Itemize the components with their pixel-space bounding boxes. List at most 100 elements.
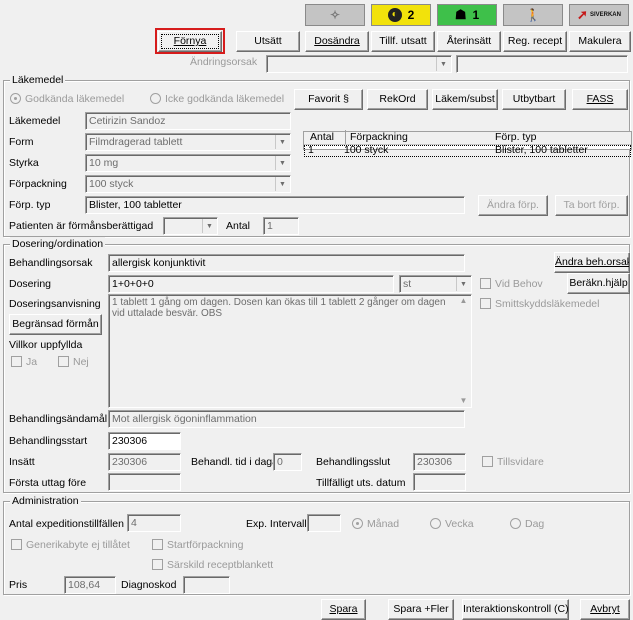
warning-count: 2 [407,8,415,22]
forsta-uttag-label: Första uttag före [9,477,87,489]
fornya-button[interactable]: Förnya [158,31,222,52]
behandlingsslut-field[interactable]: 230306 [413,453,466,471]
utbytbart-button[interactable]: Utbytbart [502,89,566,110]
cell-forpackning: 100 styck [344,144,389,156]
aterinsatt-button[interactable]: Återinsätt [437,31,501,52]
radio-vecka[interactable]: Vecka [430,517,474,531]
radio-icon [352,518,363,529]
pris-field[interactable]: 108,64 [64,576,116,594]
makulera-button[interactable]: Makulera [569,31,631,52]
dosering-unit-select[interactable]: st ▼ [399,275,472,293]
diagnoskod-field[interactable] [183,576,230,594]
checkbox-icon [11,356,22,367]
chevron-down-icon: ▼ [275,156,289,170]
lakem-subst-button[interactable]: Läkem/subst [432,89,498,110]
behandlingsstart-field[interactable]: 230306 [108,432,181,450]
lakemedel-group-title: Läkemedel [10,73,66,87]
form-select[interactable]: Filmdragerad tablett ▼ [85,133,291,151]
smittskydd-checkbox[interactable]: Smittskyddsläkemedel [480,297,599,311]
textarea-scrollbar[interactable]: ▲ ▼ [457,296,470,406]
checkbox-icon [11,539,22,550]
andringsorsak-select[interactable]: ▼ [266,55,452,73]
forsta-uttag-field[interactable] [108,473,181,491]
behandlingsstart-label: Behandlingsstart [9,435,88,447]
andringsorsak-label: Ändringsorsak [190,56,258,68]
chevron-down-icon: ▼ [436,57,450,71]
col-header-antal[interactable]: Antal [310,130,334,144]
scroll-down-icon[interactable]: ▼ [457,396,470,406]
ja-checkbox[interactable]: Ja [11,355,37,369]
utsatt-button[interactable]: Utsätt [236,31,300,52]
siverkan-logo[interactable]: ➚ SIVERKAN [569,4,629,26]
person-icon: ☗ [454,7,467,22]
toolbar-disabled-icon[interactable]: ✧ [305,4,365,26]
radio-icon [430,518,441,529]
exp-intervall-label: Exp. Intervall [246,518,307,530]
checkbox-icon [480,298,491,309]
formansberattigad-select[interactable]: ▼ [163,217,218,235]
interaktionskontroll-button[interactable]: Interaktionskontroll (C) [462,599,569,620]
vid-behov-checkbox[interactable]: Vid Behov [480,277,543,291]
col-header-forpackning[interactable]: Förpackning [345,130,408,144]
chevron-down-icon: ▼ [456,277,470,291]
fass-button[interactable]: FASS [572,89,628,110]
behandl-tid-label: Behandl. tid i dagar [191,456,282,468]
styrka-label: Styrka [9,157,39,169]
dosandra-button[interactable]: Dosändra [305,31,369,52]
spara-fler-button[interactable]: Spara +Fler [388,599,454,620]
doseringsanvisning-label: Doseringsanvisning [9,298,101,310]
col-header-forp-typ[interactable]: Förp. typ [495,130,536,144]
antal-label: Antal [226,220,250,232]
exp-intervall-field[interactable] [307,514,341,532]
logo-text: SIVERKAN [589,12,621,18]
reg-recept-button[interactable]: Reg. recept [503,31,567,52]
forp-typ-field[interactable]: Blister, 100 tabletter [85,196,465,214]
rekord-button[interactable]: RekOrd [367,89,428,110]
behandlingsorsak-field[interactable]: allergisk konjunktivit [108,254,465,272]
antal-exp-label: Antal expeditionstillfällen [9,518,124,530]
pris-label: Pris [9,579,28,591]
ta-bort-forp-button[interactable]: Ta bort förp. [555,195,628,216]
behandl-tid-field[interactable]: 0 [273,453,302,471]
antal-exp-field[interactable]: 4 [127,514,181,532]
tillf-utsatt-button[interactable]: Tillf. utsatt [371,31,435,52]
insatt-label: Insätt [9,456,35,468]
radio-manad[interactable]: Månad [352,517,399,531]
diagnoskod-label: Diagnoskod [121,579,177,591]
tillfalligt-field[interactable] [413,473,466,491]
checkbox-icon [152,559,163,570]
insatt-field[interactable]: 230306 [108,453,181,471]
lakemedel-field[interactable]: Cetirizin Sandoz [85,112,291,130]
dosering-field[interactable]: 1+0+0+0 [108,275,394,293]
behandlingsandamal-field[interactable]: Mot allergisk ögoninflammation [108,410,465,428]
radio-godkanda[interactable]: Godkända läkemedel [10,92,124,106]
berakn-hjalp-button[interactable]: Beräkn.hjälp [567,273,630,294]
spara-button[interactable]: Spara [321,599,366,620]
tillsvidare-checkbox[interactable]: Tillsvidare [482,455,544,469]
styrka-select[interactable]: 10 mg ▼ [85,154,291,172]
toolbar-walking-icon[interactable]: 🚶 [503,4,563,26]
favorit-button[interactable]: Favorit § [294,89,363,110]
forpackning-select[interactable]: 100 styck ▼ [85,175,291,193]
begransad-forman-button[interactable]: Begränsad förmån [9,314,102,335]
antal-field[interactable]: 1 [263,217,299,235]
startforpackning-checkbox[interactable]: Startförpackning [152,538,243,552]
nej-checkbox[interactable]: Nej [58,355,89,369]
forpackning-label: Förpackning [9,178,67,190]
dosering-group-title: Dosering/ordination [10,237,106,251]
cell-forp-typ: Blister, 100 tabletter [495,144,588,156]
andra-forp-button[interactable]: Ändra förp. [478,195,548,216]
radio-dag[interactable]: Dag [510,517,544,531]
radio-icke-godkanda[interactable]: Icke godkända läkemedel [150,92,284,106]
generikabyte-checkbox[interactable]: Generikabyte ej tillåtet [11,538,130,552]
andringsorsak-text-field[interactable] [456,55,628,73]
doseringsanvisning-textarea[interactable]: 1 tablett 1 gång om dagen. Dosen kan öka… [108,294,472,408]
sarskild-checkbox[interactable]: Särskild receptblankett [152,558,273,572]
andra-beh-orsak-button[interactable]: Ändra beh.orsak [554,252,630,273]
checkbox-icon [58,356,69,367]
avbryt-button[interactable]: Avbryt [580,599,630,620]
toolbar-warning-badge[interactable]: ◐ 2 [371,4,431,26]
toolbar-patient-badge[interactable]: ☗ 1 [437,4,497,26]
scroll-up-icon[interactable]: ▲ [457,296,470,306]
checkbox-icon [152,539,163,550]
